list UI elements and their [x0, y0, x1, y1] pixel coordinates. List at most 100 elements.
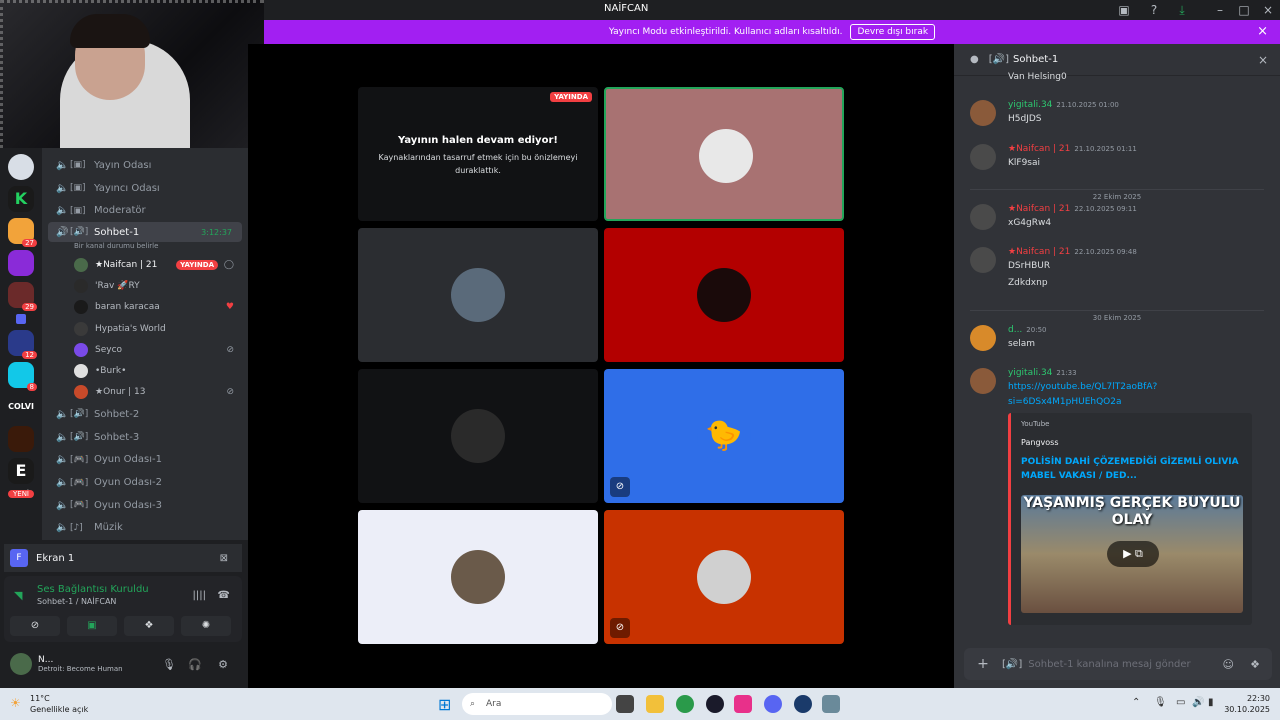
- microphone-icon[interactable]: 🎙: [162, 658, 176, 671]
- voice-channel[interactable]: 🔈 [▣] Yayın Odası: [42, 154, 248, 177]
- voice-channel[interactable]: 🔈 [🎮] Oyun Odası-2: [42, 471, 248, 494]
- avatar[interactable]: [970, 144, 996, 170]
- close-chat-icon[interactable]: ×: [1258, 53, 1268, 67]
- participant-tile[interactable]: ⊘: [604, 510, 844, 644]
- embed-thumbnail[interactable]: YAŞANMIŞ GERÇEK BÜYÜLÜ OLAY ▶ ⧉: [1021, 495, 1243, 613]
- task-view-icon[interactable]: [616, 695, 634, 713]
- file-explorer-icon[interactable]: [646, 695, 664, 713]
- close-window-icon[interactable]: ×: [1260, 2, 1276, 18]
- message-link[interactable]: si=6DSx4M1pHUEhQO2a: [1008, 397, 1122, 407]
- voice-channel[interactable]: 🔈 [▣] Yayıncı Odası: [42, 177, 248, 200]
- app-icon[interactable]: [822, 695, 840, 713]
- participant-tile[interactable]: [604, 228, 844, 362]
- colvi-server-icon[interactable]: COLVI: [8, 394, 34, 420]
- weather-icon[interactable]: ☀: [10, 696, 21, 710]
- network-icon[interactable]: ▭: [1176, 697, 1185, 708]
- voice-user[interactable]: ★Naifcan | 21 YAYINDA ◯: [42, 254, 248, 275]
- inbox-icon[interactable]: ▣: [1116, 2, 1132, 18]
- server-icon[interactable]: [8, 426, 34, 452]
- voice-channel[interactable]: 🔈 [🔊] Sohbet-3: [42, 426, 248, 449]
- message-author[interactable]: d...: [1008, 325, 1022, 335]
- server-icon[interactable]: [8, 154, 34, 180]
- participant-tile[interactable]: [358, 228, 598, 362]
- disconnect-icon[interactable]: ☎: [218, 590, 230, 601]
- voice-channel-active[interactable]: 🔊 [🔊] Sohbet-1 3:12:37: [48, 222, 242, 243]
- screen-share-button[interactable]: ▣: [67, 616, 117, 636]
- server-icon[interactable]: 29: [8, 282, 37, 311]
- minimize-icon[interactable]: –: [1212, 2, 1228, 18]
- avatar[interactable]: [970, 247, 996, 273]
- discord-icon[interactable]: [764, 695, 782, 713]
- voice-user[interactable]: ★Onur | 13 ⊘: [42, 382, 248, 403]
- noise-suppression-icon[interactable]: ||||: [193, 590, 206, 601]
- avatar[interactable]: [970, 325, 996, 351]
- headphones-icon[interactable]: 🎧: [188, 658, 202, 671]
- soundboard-button[interactable]: ✺: [181, 616, 231, 636]
- voice-user[interactable]: Hypatia's World: [42, 318, 248, 339]
- voice-status-title[interactable]: Ses Bağlantısı Kuruldu: [37, 584, 149, 595]
- taskbar-clock[interactable]: 22:30 30.10.2025: [1224, 693, 1270, 715]
- kick-server-icon[interactable]: K: [8, 186, 34, 212]
- emoji-icon[interactable]: ☺: [1223, 658, 1234, 671]
- apps-icon[interactable]: ❖: [1250, 658, 1260, 671]
- e-server-icon[interactable]: E: [8, 458, 34, 484]
- instagram-icon[interactable]: [734, 695, 752, 713]
- folder-icon[interactable]: [16, 314, 26, 324]
- embed-title[interactable]: POLİSİN DAHİ ÇÖZEMEDİĞİ GİZEMLİ OLIVIA M…: [1021, 455, 1241, 483]
- embed-author[interactable]: Pangvoss: [1021, 438, 1058, 447]
- voice-user[interactable]: Seyco ⊘: [42, 339, 248, 360]
- avatar[interactable]: [970, 204, 996, 230]
- message-author[interactable]: ★Naifcan | 21: [1008, 144, 1070, 154]
- activities-button[interactable]: ❖: [124, 616, 174, 636]
- voice-channel[interactable]: 🔈 [▣] Moderatör: [42, 199, 248, 222]
- stop-share-icon[interactable]: ⊠: [220, 553, 228, 564]
- microphone-tray-icon[interactable]: 🎙: [1154, 697, 1167, 708]
- steam-icon[interactable]: [794, 695, 812, 713]
- start-icon[interactable]: ⊞: [438, 695, 451, 714]
- voice-channel[interactable]: 🔈 [🔊] Sohbet-2: [42, 403, 248, 426]
- tray-chevron-icon[interactable]: ⌃: [1132, 697, 1140, 708]
- battery-icon[interactable]: ▮: [1208, 697, 1214, 708]
- avatar: [699, 129, 753, 183]
- weather-widget[interactable]: 11°C Genellikle açık: [30, 693, 88, 715]
- server-icon[interactable]: [8, 250, 34, 276]
- help-icon[interactable]: ?: [1146, 2, 1162, 18]
- participant-tile[interactable]: [358, 369, 598, 503]
- voice-user[interactable]: 'Rav 🚀RY: [42, 275, 248, 296]
- maximize-icon[interactable]: □: [1236, 2, 1252, 18]
- message-author[interactable]: yigitali.34: [1008, 368, 1052, 378]
- server-icon[interactable]: 8: [8, 362, 37, 391]
- voice-user[interactable]: baran karacaa ♥: [42, 297, 248, 318]
- add-attachment-icon[interactable]: +: [964, 656, 1002, 672]
- avatar[interactable]: [970, 100, 996, 126]
- app-icon[interactable]: [706, 695, 724, 713]
- voice-channel[interactable]: 🔈 [♪] Müzik: [42, 517, 248, 540]
- taskbar-search[interactable]: ⌕ Ara: [462, 693, 612, 715]
- server-icon[interactable]: 27: [8, 218, 37, 247]
- settings-gear-icon[interactable]: ⚙: [218, 658, 228, 671]
- play-icon[interactable]: ▶ ⧉: [1107, 541, 1159, 567]
- voice-channel[interactable]: 🔈 [🎮] Oyun Odası-1: [42, 449, 248, 472]
- message-input[interactable]: Sohbet-1 kanalına mesaj gönder: [1028, 659, 1190, 670]
- message-link[interactable]: https://youtube.be/QL7lT2aoBfA?: [1008, 382, 1157, 392]
- voice-channel[interactable]: 🔈 [🎮] Oyun Odası-3: [42, 494, 248, 517]
- stream-preview-tile[interactable]: YAYINDA Yayının halen devam ediyor! Kayn…: [358, 87, 598, 221]
- chrome-icon[interactable]: [676, 695, 694, 713]
- channel-status[interactable]: Bir kanal durumu belirle: [42, 242, 248, 254]
- disable-streamer-mode-button[interactable]: Devre dışı bırak: [850, 24, 936, 40]
- avatar[interactable]: [10, 653, 32, 675]
- message-author[interactable]: ★Naifcan | 21: [1008, 247, 1070, 257]
- message-author[interactable]: ★Naifcan | 21: [1008, 204, 1070, 214]
- download-icon[interactable]: ⤓: [1174, 2, 1190, 18]
- participant-tile[interactable]: 🐤 ⊘: [604, 369, 844, 503]
- volume-icon[interactable]: 🔊: [1192, 697, 1204, 708]
- screen-share-bar[interactable]: F Ekran 1 ⊠: [4, 544, 242, 572]
- participant-tile[interactable]: [604, 87, 844, 221]
- avatar[interactable]: [970, 368, 996, 394]
- participant-tile[interactable]: [358, 510, 598, 644]
- camera-button[interactable]: ⊘: [10, 616, 60, 636]
- close-banner-icon[interactable]: ×: [1257, 24, 1268, 39]
- server-icon[interactable]: 12: [8, 330, 37, 359]
- message-author[interactable]: yigitali.34: [1008, 100, 1052, 110]
- voice-user[interactable]: •Burk•: [42, 361, 248, 382]
